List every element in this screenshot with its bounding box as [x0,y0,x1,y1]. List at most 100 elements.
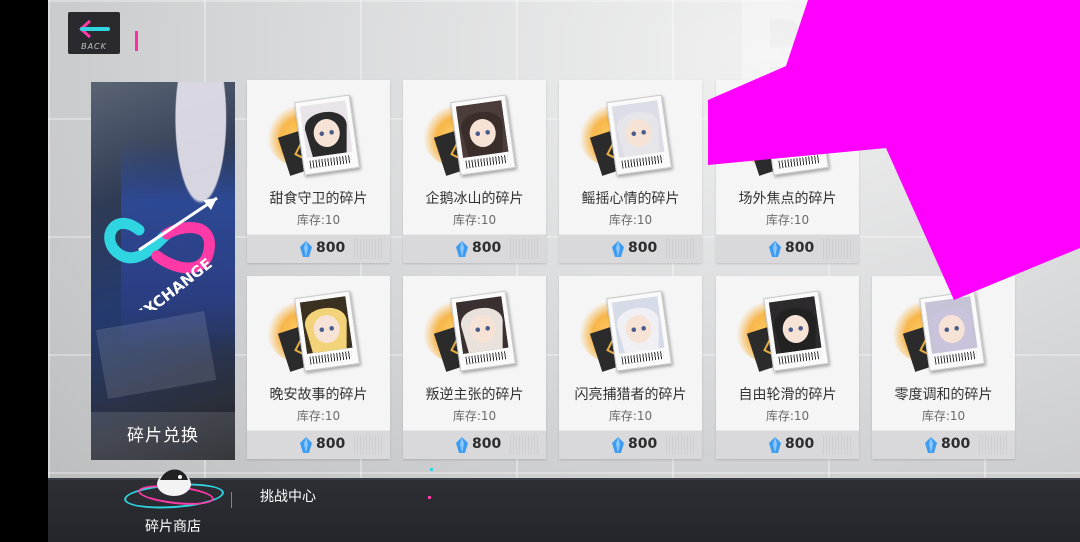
character-photo-card [606,94,672,176]
item-art [872,276,1015,378]
item-name: 自由轮滑的碎片 [738,387,837,403]
photo-barcode [621,154,665,169]
back-label: BACK [81,42,107,51]
item-stock: 库存:10 [765,409,810,423]
character-photo-card [763,94,829,176]
character-photo-card [919,290,985,372]
photo-barcode [621,350,665,365]
item-price: 800 [785,240,815,256]
item-name: 叛逆主张的碎片 [425,387,524,403]
item-price: 800 [628,240,658,256]
photo-barcode [465,350,509,365]
character-portrait [611,296,665,355]
crystal-gem-icon [925,437,937,453]
exchange-banner[interactable]: EXCHANGE 碎片兑换 [91,82,235,460]
item-stock: 库存:10 [296,213,341,227]
item-price: 800 [316,436,346,452]
photo-barcode [778,154,822,169]
crystal-gem-icon [300,437,312,453]
photo-barcode [309,154,353,169]
crystal-gem-icon [300,241,312,257]
back-button[interactable]: BACK [68,12,138,54]
item-price: 800 [316,240,346,256]
crystal-gem-icon [456,241,468,257]
item-price-bar[interactable]: 800 [559,430,702,459]
shop-item-card[interactable]: 鳐摇心情的碎片 库存:10 800 [559,80,702,263]
item-price: 800 [472,436,502,452]
item-stock: 库存:10 [608,213,653,227]
character-portrait [768,296,822,355]
item-name: 鳐摇心情的碎片 [581,191,680,207]
item-name: 闪亮捕猎者的碎片 [574,387,687,403]
fragment-shop-label: 碎片商店 [145,519,201,535]
back-arrow-icon [79,19,110,39]
tab-divider [231,492,232,508]
item-art [247,276,390,378]
crystal-gem-icon [612,437,624,453]
back-accent-mark [135,31,138,51]
app-screen: R BACK EXCHANGE 碎片兑换 甜食守卫的碎片 库存:10 800 企… [48,0,1080,542]
banner-label: 碎片兑换 [91,412,235,460]
item-art [716,276,859,378]
photo-barcode [465,154,509,169]
shop-item-card[interactable]: 自由轮滑的碎片 库存:10 800 [716,276,859,459]
character-photo-card [606,290,672,372]
penguin-shop-icon [157,469,191,496]
item-stock: 库存:10 [452,213,497,227]
crystal-gem-icon [612,241,624,257]
crystal-gem-icon [769,437,781,453]
character-portrait [455,100,509,159]
shop-item-card[interactable]: 闪亮捕猎者的碎片 库存:10 800 [559,276,702,459]
character-portrait [299,296,353,355]
item-stock: 库存:10 [765,213,810,227]
photo-barcode [934,350,978,365]
item-name: 晚安故事的碎片 [269,387,368,403]
shop-item-card[interactable]: 零度调和的碎片 库存:10 800 [872,276,1015,459]
exchange-infinity-logo: EXCHANGE [104,196,218,310]
item-price: 800 [628,436,658,452]
tab-fragment-shop[interactable]: 碎片商店 [118,464,228,538]
item-stock: 库存:10 [296,409,341,423]
item-name: 企鹅冰山的碎片 [425,191,524,207]
shop-item-card[interactable]: 甜食守卫的碎片 库存:10 800 [247,80,390,263]
item-price: 800 [941,436,971,452]
character-photo-card [450,94,516,176]
item-art [403,276,546,378]
item-price-bar[interactable]: 800 [403,234,546,263]
shop-item-card[interactable]: 场外焦点的碎片 库存:10 800 [716,80,859,263]
character-portrait [924,296,978,355]
item-price-bar[interactable]: 800 [559,234,702,263]
sparkle-dot [430,468,433,471]
item-art [716,80,859,182]
item-price-bar[interactable]: 800 [247,234,390,263]
item-art [559,276,702,378]
shop-item-card[interactable]: 晚安故事的碎片 库存:10 800 [247,276,390,459]
item-price-bar[interactable]: 800 [403,430,546,459]
character-portrait [611,100,665,159]
item-price-bar[interactable]: 800 [247,430,390,459]
item-stock: 库存:10 [921,409,966,423]
photo-barcode [309,350,353,365]
item-name: 甜食守卫的碎片 [269,191,368,207]
item-price: 800 [785,436,815,452]
shop-item-card[interactable]: 企鹅冰山的碎片 库存:10 800 [403,80,546,263]
tab-challenge-center[interactable]: 挑战中心 [260,486,316,506]
item-price-bar[interactable]: 800 [716,234,859,263]
item-art [559,80,702,182]
item-name: 零度调和的碎片 [894,387,993,403]
item-price-bar[interactable]: 800 [872,430,1015,459]
item-art [247,80,390,182]
item-name: 场外焦点的碎片 [738,191,837,207]
crystal-gem-icon [769,241,781,257]
character-photo-card [294,290,360,372]
character-photo-card [450,290,516,372]
bottom-navigation-bar: 碎片商店 挑战中心 [48,469,1080,542]
item-art [403,80,546,182]
character-portrait [299,100,353,159]
item-price-bar[interactable]: 800 [716,430,859,459]
item-stock: 库存:10 [608,409,653,423]
photo-barcode [778,350,822,365]
character-portrait [768,100,822,159]
shop-item-card[interactable]: 叛逆主张的碎片 库存:10 800 [403,276,546,459]
character-photo-card [763,290,829,372]
